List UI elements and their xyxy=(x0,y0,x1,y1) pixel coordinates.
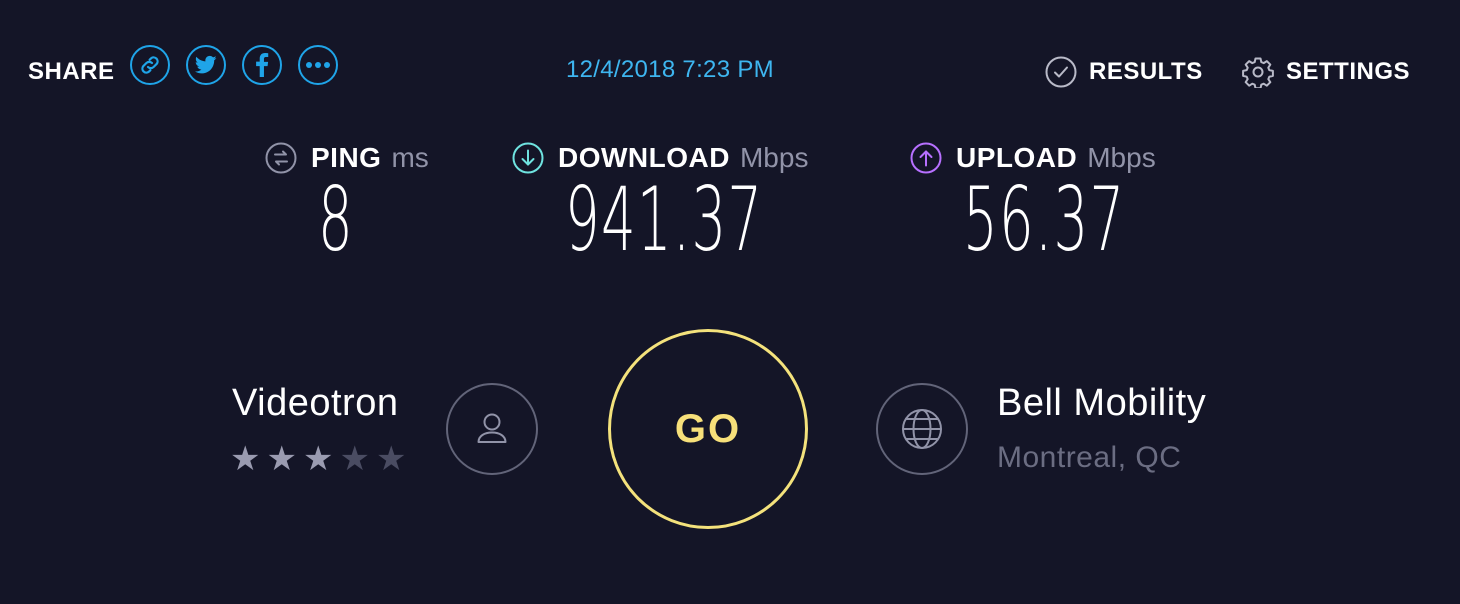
upload-icon xyxy=(910,142,942,174)
isp-rating[interactable]: ★ ★ ★ ★ ★ xyxy=(230,442,406,476)
twitter-icon xyxy=(195,55,217,74)
server-name: Bell Mobility xyxy=(997,382,1207,424)
download-value: 941.37 xyxy=(565,168,764,271)
ping-icon xyxy=(265,142,297,174)
share-link-button[interactable] xyxy=(130,45,170,85)
test-timestamp: 12/4/2018 7:23 PM xyxy=(566,56,774,83)
download-icon xyxy=(512,142,544,174)
globe-icon xyxy=(902,409,942,449)
link-icon xyxy=(141,56,159,74)
share-facebook-button[interactable] xyxy=(242,45,282,85)
go-button[interactable]: GO xyxy=(608,329,808,529)
results-label: RESULTS xyxy=(1089,58,1203,85)
upload-value: 56.37 xyxy=(963,168,1126,271)
ping-value: 8 xyxy=(318,168,354,271)
user-icon xyxy=(477,413,507,443)
change-server-button[interactable] xyxy=(876,383,968,475)
star-filled-icon: ★ xyxy=(266,440,297,478)
share-label: SHARE xyxy=(28,58,115,85)
isp-name: Videotron xyxy=(232,382,399,424)
settings-link[interactable]: SETTINGS xyxy=(1242,56,1410,88)
check-circle-icon xyxy=(1045,56,1077,88)
star-empty-icon: ★ xyxy=(375,440,407,478)
star-empty-icon: ★ xyxy=(339,440,370,478)
facebook-icon xyxy=(256,53,269,77)
share-more-button[interactable] xyxy=(298,45,338,85)
star-filled-icon: ★ xyxy=(230,440,261,478)
change-provider-button[interactable] xyxy=(446,383,538,475)
star-filled-icon: ★ xyxy=(302,440,334,478)
gear-icon xyxy=(1242,57,1274,88)
more-icon xyxy=(306,62,330,68)
share-twitter-button[interactable] xyxy=(186,45,226,85)
ping-unit: ms xyxy=(391,142,429,173)
go-label: GO xyxy=(674,406,742,451)
settings-label: SETTINGS xyxy=(1286,58,1411,85)
server-location: Montreal, QC xyxy=(997,441,1182,474)
results-link[interactable]: RESULTS xyxy=(1045,56,1203,88)
